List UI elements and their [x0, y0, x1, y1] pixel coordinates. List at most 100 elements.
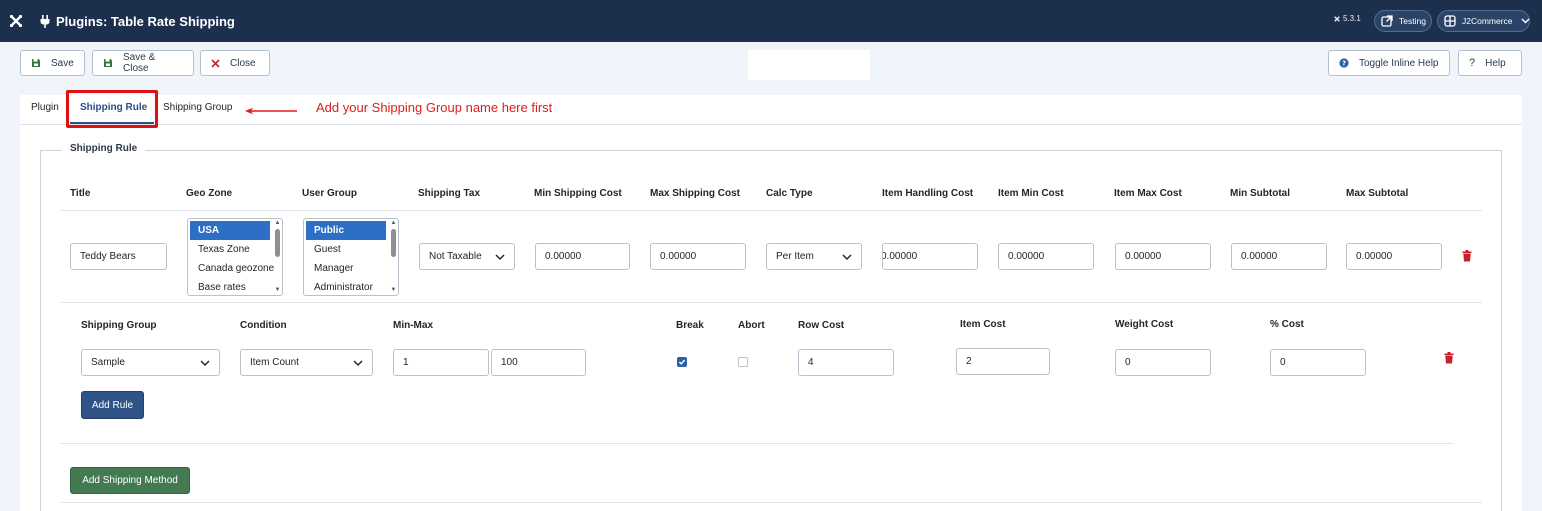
- min-input[interactable]: 1: [393, 349, 489, 376]
- chevron-down-icon: [1521, 18, 1530, 24]
- max-subtotal-input[interactable]: 0.00000: [1346, 243, 1442, 270]
- site-link-button[interactable]: Testing: [1374, 10, 1432, 32]
- col-item-cost: Item Cost: [960, 319, 1006, 330]
- toolbar-spacer: [748, 50, 870, 80]
- chevron-down-icon: [353, 360, 363, 367]
- max-input[interactable]: 100: [491, 349, 586, 376]
- title-input[interactable]: Teddy Bears: [70, 243, 167, 270]
- save-close-button[interactable]: Save & Close: [92, 50, 194, 76]
- min-shipping-cost-input[interactable]: 0.00000: [535, 243, 630, 270]
- col-condition: Condition: [240, 320, 287, 331]
- user-menu-label: J2Commerce: [1462, 16, 1513, 26]
- tab-divider: [20, 124, 1522, 125]
- app-header: Plugins: Table Rate Shipping 5.3.1 Testi…: [0, 0, 1542, 42]
- col-abort: Abort: [738, 320, 765, 331]
- col-percent-cost: % Cost: [1270, 319, 1304, 330]
- user-group-select[interactable]: Public Guest Manager Administrator ▲ ▼: [303, 218, 399, 296]
- site-link-label: Testing: [1399, 16, 1426, 26]
- save-icon: [103, 58, 113, 68]
- annotation-text: Add your Shipping Group name here first: [316, 100, 553, 115]
- chevron-down-icon: [200, 360, 210, 367]
- shipping-group-value: Sample: [91, 357, 125, 368]
- item-cost-input[interactable]: 2: [956, 348, 1050, 375]
- header-divider: [60, 210, 1482, 211]
- help-button[interactable]: ? Help: [1458, 50, 1522, 76]
- delete-rule-trash-icon[interactable]: [1462, 250, 1474, 263]
- col-min-shipping-cost: Min Shipping Cost: [534, 188, 622, 199]
- item-min-cost-input[interactable]: 0.00000: [998, 243, 1094, 270]
- highlight-box: [66, 90, 158, 128]
- col-row-cost: Row Cost: [798, 320, 845, 331]
- save-label: Save: [51, 57, 74, 69]
- page-title: Plugins: Table Rate Shipping: [40, 0, 235, 42]
- subrule-divider: [60, 443, 1453, 444]
- user-group-option[interactable]: Manager: [304, 259, 398, 278]
- col-max-subtotal: Max Subtotal: [1346, 188, 1409, 199]
- close-label: Close: [230, 57, 256, 69]
- add-shipping-method-button[interactable]: Add Shipping Method: [70, 467, 190, 494]
- add-rule-button[interactable]: Add Rule: [81, 391, 144, 419]
- row-cost-input[interactable]: 4: [798, 349, 894, 376]
- save-close-label: Save & Close: [123, 52, 156, 74]
- min-subtotal-input[interactable]: 0.00000: [1231, 243, 1327, 270]
- user-group-option[interactable]: Administrator: [304, 278, 398, 295]
- break-checkbox[interactable]: [677, 357, 687, 367]
- user-group-option[interactable]: Guest: [304, 240, 398, 259]
- delete-subrule-trash-icon[interactable]: [1444, 352, 1456, 365]
- version-label: 5.3.1: [1333, 14, 1361, 23]
- item-handling-cost-value: 0.00000: [882, 251, 918, 262]
- tab-plugin[interactable]: Plugin: [31, 102, 59, 113]
- joomla-small-icon: [1334, 15, 1340, 22]
- geo-zone-option[interactable]: Canada geozone: [188, 259, 282, 278]
- calc-type-select[interactable]: Per Item: [766, 243, 862, 270]
- col-item-min-cost: Item Min Cost: [998, 188, 1064, 199]
- col-item-max-cost: Item Max Cost: [1114, 188, 1182, 199]
- question-circle-icon: ?: [1339, 58, 1349, 68]
- geo-zone-scrollbar[interactable]: ▲ ▼: [273, 219, 282, 295]
- shipping-tax-select[interactable]: Not Taxable: [419, 243, 515, 270]
- arrow-left-icon: [244, 106, 298, 118]
- geo-zone-option[interactable]: USA: [190, 221, 270, 240]
- weight-cost-input[interactable]: 0: [1115, 349, 1211, 376]
- item-handling-cost-input[interactable]: 0.00000: [882, 243, 978, 270]
- save-icon: [31, 58, 41, 68]
- joomla-icon[interactable]: [0, 0, 32, 42]
- chevron-down-icon: [842, 254, 852, 261]
- condition-select[interactable]: Item Count: [240, 349, 373, 376]
- col-shipping-tax: Shipping Tax: [418, 188, 481, 199]
- chevron-down-icon: [495, 254, 505, 261]
- shipping-group-select[interactable]: Sample: [81, 349, 220, 376]
- geo-zone-option[interactable]: Texas Zone: [188, 240, 282, 259]
- max-shipping-cost-input[interactable]: 0.00000: [650, 243, 746, 270]
- tab-shipping-group[interactable]: Shipping Group: [163, 102, 233, 113]
- col-max-shipping-cost: Max Shipping Cost: [650, 188, 740, 199]
- col-break: Break: [676, 320, 704, 331]
- col-min-subtotal: Min Subtotal: [1230, 188, 1290, 199]
- calc-type-value: Per Item: [776, 251, 814, 262]
- svg-text:?: ?: [1342, 60, 1346, 68]
- col-calc-type: Calc Type: [766, 188, 813, 199]
- user-menu-button[interactable]: J2Commerce: [1437, 10, 1530, 32]
- item-max-cost-input[interactable]: 0.00000: [1115, 243, 1211, 270]
- percent-cost-input[interactable]: 0: [1270, 349, 1366, 376]
- user-menu-icon: [1444, 14, 1456, 28]
- col-weight-cost: Weight Cost: [1115, 319, 1174, 330]
- user-group-option[interactable]: Public: [306, 221, 386, 240]
- geo-zone-option[interactable]: Base rates: [188, 278, 282, 295]
- shipping-tax-value: Not Taxable: [429, 251, 482, 262]
- help-label: Help: [1485, 57, 1506, 69]
- toggle-inline-help-button[interactable]: ? Toggle Inline Help: [1328, 50, 1450, 76]
- rule-divider: [60, 302, 1482, 303]
- fieldset-legend: Shipping Rule: [62, 143, 146, 154]
- page-title-text: Plugins: Table Rate Shipping: [56, 13, 235, 29]
- plug-icon: [40, 14, 50, 28]
- question-icon: ?: [1469, 57, 1476, 69]
- abort-checkbox[interactable]: [738, 357, 748, 367]
- close-button[interactable]: Close: [200, 50, 270, 76]
- geo-zone-select[interactable]: USA Texas Zone Canada geozone Base rates…: [187, 218, 283, 296]
- external-link-icon: [1381, 14, 1393, 28]
- save-button[interactable]: Save: [20, 50, 85, 76]
- close-x-icon: [211, 58, 220, 68]
- user-group-scrollbar[interactable]: ▲ ▼: [389, 219, 398, 295]
- toggle-help-label: Toggle Inline Help: [1359, 57, 1439, 69]
